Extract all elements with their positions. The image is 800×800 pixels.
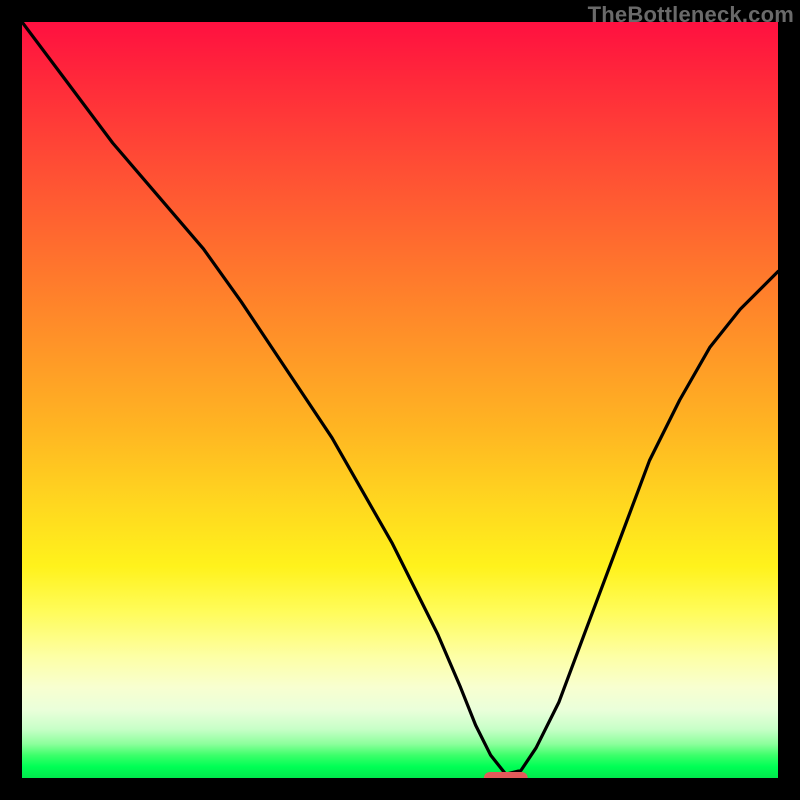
watermark-text: TheBottleneck.com — [588, 2, 794, 28]
bottleneck-curve — [22, 22, 778, 774]
optimal-marker — [484, 772, 528, 778]
plot-area — [22, 22, 778, 778]
chart-svg — [22, 22, 778, 778]
chart-frame: TheBottleneck.com — [0, 0, 800, 800]
